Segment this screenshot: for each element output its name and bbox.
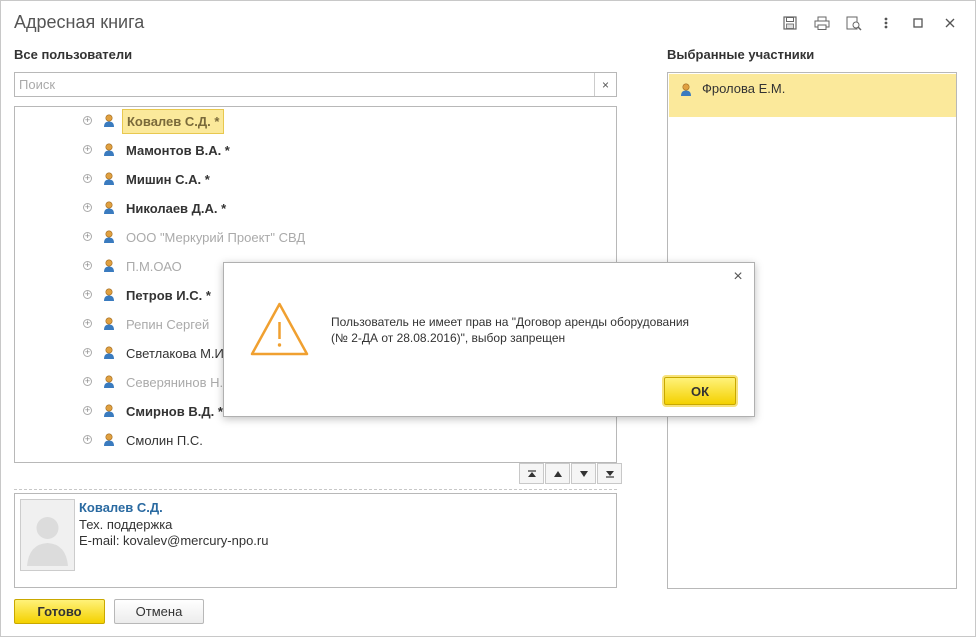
user-name: ООО "Меркурий Проект" СВД (126, 230, 306, 245)
card-user-name[interactable]: Ковалев С.Д. (79, 500, 163, 515)
user-icon (103, 172, 115, 186)
user-icon (103, 317, 115, 331)
user-icon (103, 288, 115, 302)
maximize-icon[interactable] (907, 13, 929, 33)
user-name: Ковалев С.Д. * (122, 109, 225, 134)
participant-name: Фролова Е.М. (702, 81, 786, 96)
user-name: Николаев Д.А. * (126, 201, 227, 216)
user-icon (103, 259, 115, 273)
ok-button[interactable]: ОК (664, 377, 736, 405)
search-field: × (14, 72, 617, 97)
expand-icon[interactable]: + (83, 377, 92, 386)
expand-icon[interactable]: + (83, 145, 92, 154)
user-name: Петров И.С. * (126, 288, 211, 303)
table-row[interactable]: + Николаев Д.А. * (15, 194, 615, 223)
expand-icon[interactable]: + (83, 406, 92, 415)
avatar (20, 499, 75, 571)
user-name: Репин Сергей (126, 317, 210, 332)
table-row[interactable]: + Мишин С.А. * (15, 165, 615, 194)
expand-icon[interactable]: + (83, 261, 92, 270)
window-title: Адресная книга (14, 12, 145, 32)
user-name: Мишин С.А. * (126, 172, 210, 187)
dialog-message: Пользователь не имеет прав на "Договор а… (331, 314, 741, 346)
cancel-button[interactable]: Отмена (114, 599, 204, 624)
user-icon (103, 433, 115, 447)
divider (14, 489, 617, 490)
table-row[interactable]: + Ковалев С.Д. * (15, 107, 615, 136)
up-icon[interactable] (545, 463, 570, 484)
window-toolbar (779, 13, 961, 33)
table-row[interactable]: + ООО "Меркурий Проект" СВД (15, 223, 615, 252)
last-icon[interactable] (597, 463, 622, 484)
dialog-close-icon[interactable]: × (730, 268, 746, 285)
expand-icon[interactable]: + (83, 435, 92, 444)
user-icon (103, 346, 115, 360)
user-icon (103, 230, 115, 244)
user-icon (680, 83, 692, 97)
user-icon (103, 404, 115, 418)
list-navigation (518, 463, 622, 484)
search-clear-icon[interactable]: × (594, 73, 616, 96)
expand-icon[interactable]: + (83, 319, 92, 328)
address-book-window: Адресная книга Все пользователи Выбранны… (0, 0, 976, 637)
list-item[interactable]: Фролова Е.М. (669, 74, 956, 117)
user-icon (103, 114, 115, 128)
down-icon[interactable] (571, 463, 596, 484)
user-icon (103, 143, 115, 157)
all-users-label: Все пользователи (14, 47, 133, 62)
warning-icon (249, 301, 310, 357)
expand-icon[interactable]: + (83, 290, 92, 299)
first-icon[interactable] (519, 463, 544, 484)
user-name: Мамонтов В.А. * (126, 143, 230, 158)
preview-icon[interactable] (843, 13, 865, 33)
user-name: Смолин П.С. (126, 433, 203, 448)
more-icon[interactable] (875, 13, 897, 33)
user-name: П.М.ОАО (126, 259, 182, 274)
save-icon[interactable] (779, 13, 801, 33)
expand-icon[interactable]: + (83, 203, 92, 212)
expand-icon[interactable]: + (83, 174, 92, 183)
expand-icon[interactable]: + (83, 348, 92, 357)
card-email: E-mail: kovalev@mercury-npo.ru (79, 533, 269, 548)
print-icon[interactable] (811, 13, 833, 33)
dialog-message-line: (№ 2-ДА от 28.08.2016)", выбор запрещен (331, 331, 566, 345)
error-dialog: × Пользователь не имеет прав на "Договор… (223, 262, 755, 417)
dialog-message-line: Пользователь не имеет прав на "Договор а… (331, 315, 690, 329)
user-icon (103, 201, 115, 215)
user-name: Смирнов В.Д. * (126, 404, 223, 419)
selected-participants-label: Выбранные участники (667, 47, 815, 62)
table-row[interactable]: + Мамонтов В.А. * (15, 136, 615, 165)
table-row[interactable]: + Смолин П.С. (15, 426, 615, 455)
expand-icon[interactable]: + (83, 232, 92, 241)
search-input[interactable] (15, 73, 590, 96)
done-button[interactable]: Готово (14, 599, 105, 624)
expand-icon[interactable]: + (83, 116, 92, 125)
close-icon[interactable] (939, 13, 961, 33)
user-name: Светлакова М.И. (126, 346, 228, 361)
user-card: Ковалев С.Д. Тех. поддержка E-mail: kova… (14, 493, 617, 588)
user-icon (103, 375, 115, 389)
card-position: Тех. поддержка (79, 517, 173, 532)
